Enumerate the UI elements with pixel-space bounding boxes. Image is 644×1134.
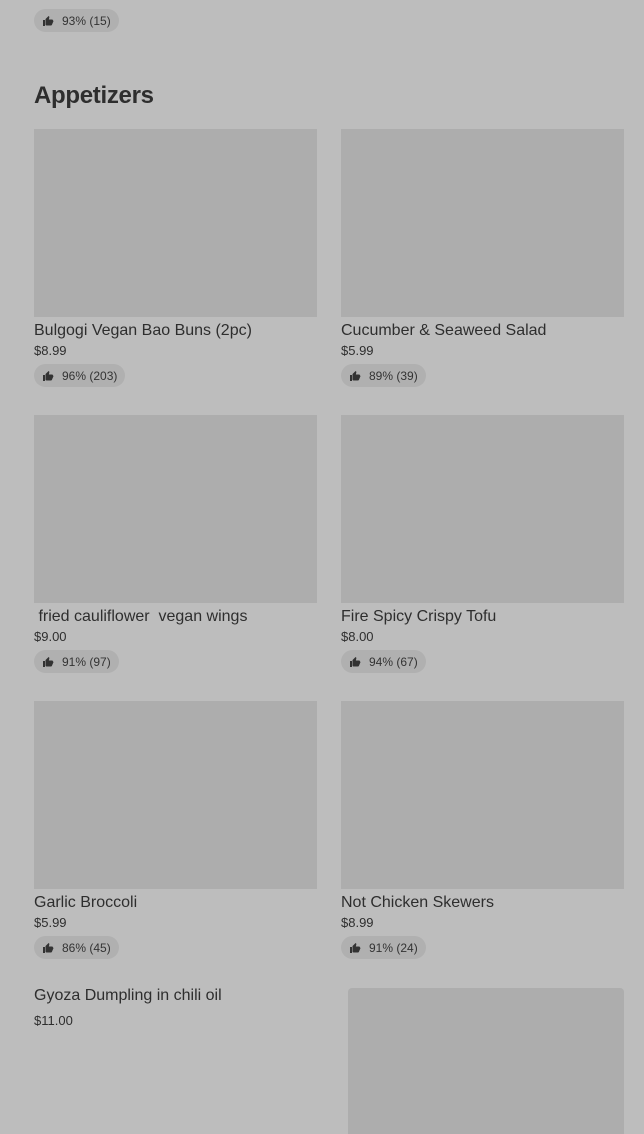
item-name: Garlic Broccoli bbox=[34, 894, 138, 911]
rating-badge: 96% (203) bbox=[34, 364, 126, 387]
thumbs-up-icon bbox=[349, 656, 361, 668]
thumbs-up-icon bbox=[349, 942, 361, 954]
item-price: $11.00 bbox=[34, 1013, 73, 1028]
item-image bbox=[341, 701, 624, 889]
menu-item-card[interactable]: Bulgogi Vegan Bao Buns (2pc) $8.99 96% (… bbox=[34, 129, 317, 387]
rating-text: 94% (67) bbox=[369, 654, 418, 669]
item-image bbox=[34, 701, 317, 889]
item-name: Bulgogi Vegan Bao Buns (2pc) bbox=[34, 322, 252, 339]
menu-item-card[interactable]: Cucumber & Seaweed Salad $5.99 89% (39) bbox=[341, 129, 624, 387]
menu-item-card[interactable]: Garlic Broccoli $5.99 86% (45) bbox=[34, 701, 317, 959]
menu-item-card[interactable]: Fire Spicy Crispy Tofu $8.00 94% (67) bbox=[341, 415, 624, 673]
item-image bbox=[34, 129, 317, 317]
rating-badge: 93% (15) bbox=[34, 9, 119, 32]
item-price: $5.99 bbox=[34, 915, 67, 930]
thumbs-up-icon bbox=[349, 370, 361, 382]
item-name: Cucumber & Seaweed Salad bbox=[341, 322, 547, 339]
rating-text: 91% (24) bbox=[369, 940, 418, 955]
rating-badge: 86% (45) bbox=[34, 936, 119, 959]
rating-badge: 91% (97) bbox=[34, 650, 119, 673]
rating-badge: 94% (67) bbox=[341, 650, 426, 673]
item-price: $8.99 bbox=[34, 343, 67, 358]
menu-item-card[interactable]: fried cauliflower vegan wings $9.00 91% … bbox=[34, 415, 317, 673]
thumbs-up-icon bbox=[42, 15, 54, 27]
item-image bbox=[34, 415, 317, 603]
item-image bbox=[341, 129, 624, 317]
thumbs-up-icon bbox=[42, 370, 54, 382]
item-name: Gyoza Dumpling in chili oil bbox=[34, 987, 222, 1004]
menu-item-card[interactable]: Not Chicken Skewers $8.99 91% (24) bbox=[341, 701, 624, 959]
item-price: $8.99 bbox=[341, 915, 374, 930]
item-price: $5.99 bbox=[341, 343, 374, 358]
item-image bbox=[348, 988, 624, 1134]
thumbs-up-icon bbox=[42, 656, 54, 668]
rating-text: 96% (203) bbox=[62, 368, 118, 383]
section-title: Appetizers bbox=[34, 82, 154, 109]
menu-item-card-wide[interactable]: Gyoza Dumpling in chili oil $11.00 bbox=[34, 986, 624, 1134]
item-name: Fire Spicy Crispy Tofu bbox=[341, 608, 497, 625]
rating-text: 93% (15) bbox=[62, 13, 111, 28]
rating-text: 91% (97) bbox=[62, 654, 111, 669]
rating-text: 89% (39) bbox=[369, 368, 418, 383]
rating-badge: 91% (24) bbox=[341, 936, 426, 959]
rating-text: 86% (45) bbox=[62, 940, 111, 955]
item-name: fried cauliflower vegan wings bbox=[34, 608, 248, 625]
item-image bbox=[341, 415, 624, 603]
rating-badge: 89% (39) bbox=[341, 364, 426, 387]
thumbs-up-icon bbox=[42, 942, 54, 954]
item-name: Not Chicken Skewers bbox=[341, 894, 494, 911]
item-price: $9.00 bbox=[34, 629, 67, 644]
item-price: $8.00 bbox=[341, 629, 374, 644]
